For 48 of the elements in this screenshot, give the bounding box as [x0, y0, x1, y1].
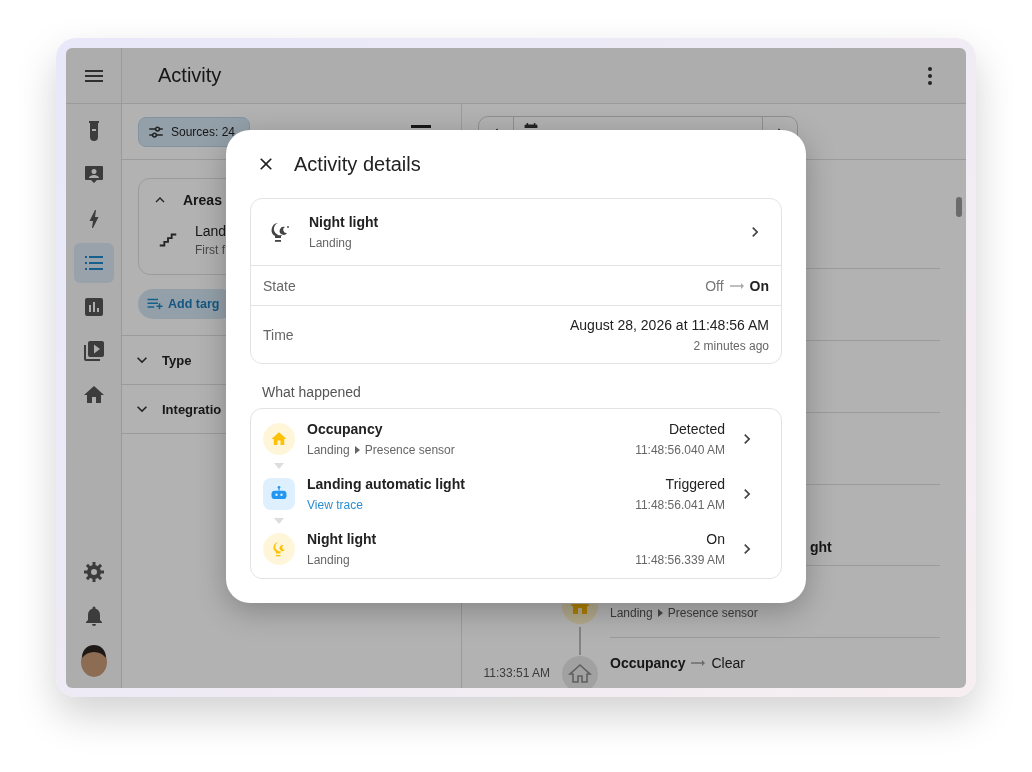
avatar[interactable]: [78, 644, 109, 678]
entity-name: Night light: [309, 214, 380, 230]
arrow-icon: [729, 280, 744, 291]
event-state: Triggered: [665, 475, 725, 492]
event-row[interactable]: Occupancy Landing Presence sensor Detected 11:48:56.040 AM: [251, 413, 781, 464]
relative-time: 2 minutes ago: [693, 338, 769, 353]
event-title: Occupancy: [610, 655, 686, 671]
event-state: On: [706, 530, 725, 547]
section-title: What happened: [261, 383, 362, 402]
event-time: 11:33:51 AM: [483, 666, 550, 680]
area-name: Landing: [610, 606, 653, 620]
event-row[interactable]: Landing automatic light View trace Triggered 11:48:56.041 AM: [251, 468, 781, 519]
sources-chip[interactable]: Sources: 24: [138, 116, 251, 147]
area-name[interactable]: Land: [195, 223, 227, 239]
list-icon[interactable]: [73, 243, 114, 283]
calendar-icon: [524, 123, 538, 128]
event-state: Detected: [668, 420, 725, 437]
previous-state: Off: [705, 277, 724, 294]
view-trace-link[interactable]: View trace: [307, 497, 636, 512]
entity-area: Landing: [309, 236, 733, 250]
new-state: On: [749, 277, 769, 294]
event-title: Night light: [307, 530, 378, 547]
event-title: Occupancy: [307, 420, 384, 437]
device-name: Presence sensor: [667, 606, 758, 620]
event-row[interactable]: Night light Landing On 11:48:56.339 AM: [251, 523, 781, 574]
page-title: Activity: [158, 64, 223, 87]
state-label: State: [263, 277, 296, 294]
scrollbar[interactable]: [956, 197, 962, 217]
event-time: 11:48:56.040 AM: [635, 442, 725, 457]
section-header[interactable]: Areas: [151, 185, 222, 215]
time-label: Time: [263, 326, 294, 343]
caret-icon: [657, 609, 663, 617]
caret-icon: [274, 463, 284, 469]
device-name: Presence sensor: [364, 442, 455, 457]
area-name: Landing: [307, 442, 350, 457]
timestamp: August 28, 2026 at 11:48:56 AM: [570, 316, 769, 333]
event-time: 11:48:56.041 AM: [635, 497, 725, 512]
area-floor: First f: [195, 243, 226, 257]
dialog-title: Activity details: [294, 152, 421, 176]
event-time: 11:48:56.339 AM: [635, 552, 725, 567]
event-state: Clear: [711, 655, 745, 671]
caret-icon: [274, 518, 284, 524]
event-title: ght: [810, 539, 832, 555]
entity-row[interactable]: Night light Landing: [251, 199, 781, 266]
event-title: Landing automatic light: [307, 475, 466, 492]
caret-icon: [354, 445, 360, 454]
arrow-icon: [691, 658, 706, 668]
area-name: Landing: [307, 552, 350, 567]
